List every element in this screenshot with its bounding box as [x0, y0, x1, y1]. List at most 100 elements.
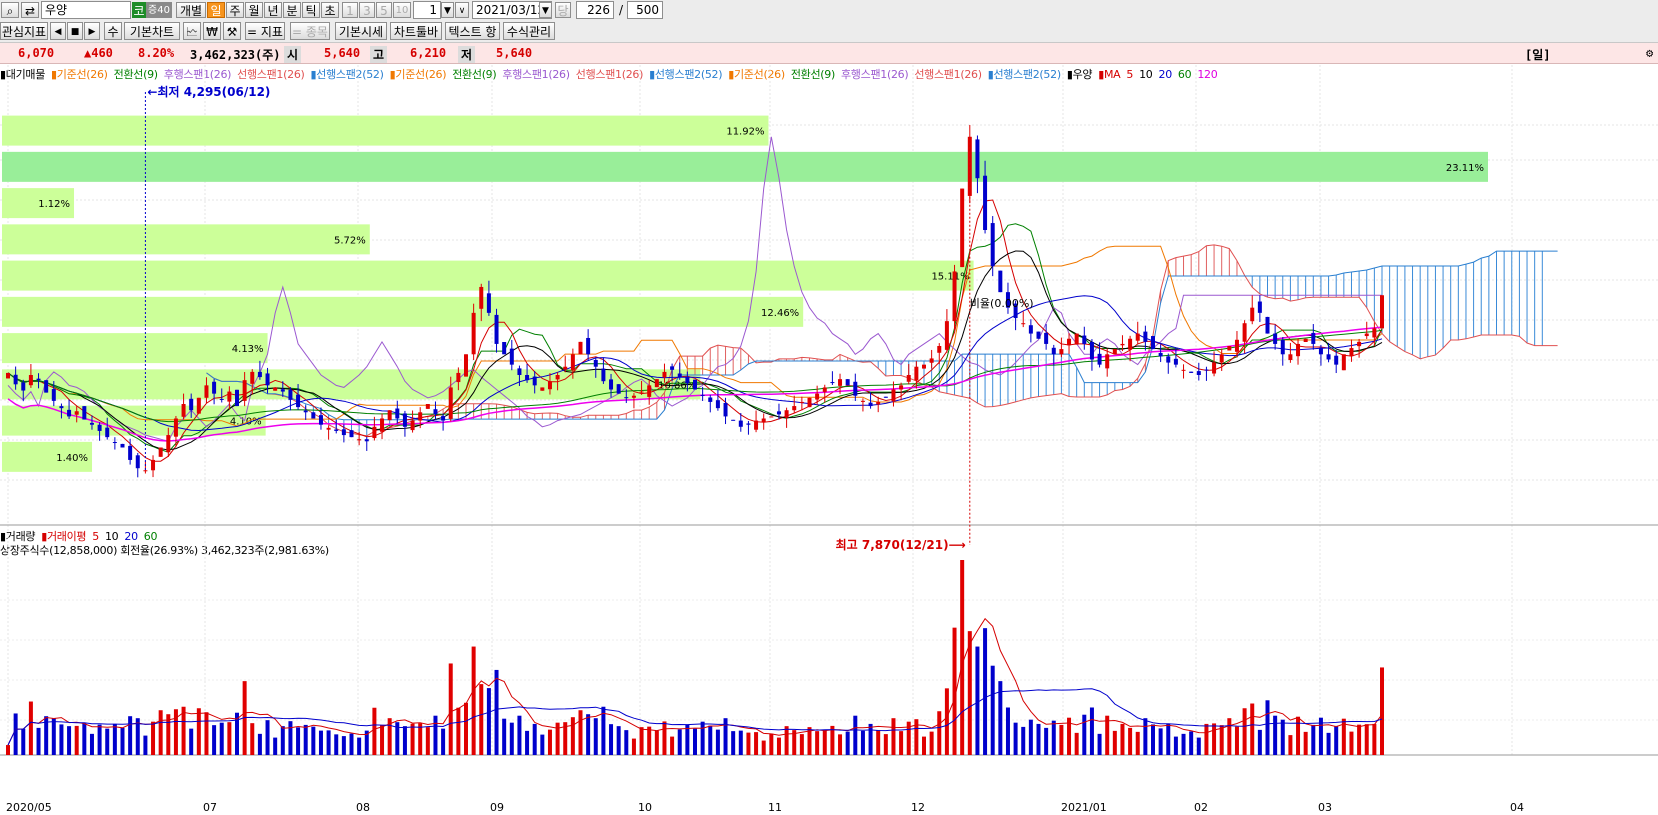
volume-bar	[685, 724, 690, 755]
candle-body	[1021, 323, 1026, 325]
volume-bar	[532, 723, 537, 755]
candle-body	[402, 413, 407, 427]
volume-bar	[922, 736, 926, 755]
candle-body	[318, 415, 323, 425]
candle-body	[899, 385, 904, 390]
candle-body	[1028, 325, 1033, 334]
high-annotation: 최고 7,870(12/21)⟶	[836, 537, 966, 552]
candle-body	[693, 379, 697, 390]
volume-bar	[1089, 707, 1094, 755]
candle-body	[112, 442, 117, 444]
candle-body	[212, 381, 217, 394]
candle-body	[868, 402, 873, 407]
volume-bar	[746, 732, 751, 755]
volume-bar	[1380, 667, 1384, 755]
candle-body	[36, 378, 41, 381]
volume-bar	[36, 727, 41, 755]
volume-bar	[1059, 724, 1064, 755]
candle-body	[502, 341, 507, 355]
candle-body	[845, 379, 850, 386]
volume-bar	[1196, 737, 1201, 755]
stock-chart[interactable]: 11.92%23.11%1.12%5.72%15.11%12.46%4.13%1…	[0, 0, 1658, 815]
volume-bar	[647, 726, 652, 755]
volume-bar	[1288, 735, 1293, 755]
candle-body	[792, 406, 797, 411]
volume-bar	[1128, 727, 1133, 755]
volume-bar	[609, 724, 614, 755]
volume-bar	[28, 701, 33, 755]
candle-body	[1311, 332, 1316, 344]
candle-body	[387, 410, 392, 421]
candle-body	[1364, 333, 1369, 337]
overhang-band	[2, 224, 370, 255]
candle-body	[151, 459, 156, 471]
volume-bar	[479, 684, 484, 755]
volume-bar	[1181, 733, 1186, 755]
candle-body	[998, 270, 1003, 293]
volume-bar	[303, 724, 308, 755]
candle-body	[265, 373, 270, 386]
candle-body	[1166, 356, 1171, 363]
volume-bar	[204, 712, 209, 755]
volume-bar	[1265, 700, 1270, 755]
candle-body	[1242, 323, 1247, 342]
candle-body	[891, 389, 896, 402]
overhang-band	[2, 333, 268, 364]
volume-bar	[1135, 731, 1140, 755]
volume-bar	[677, 729, 682, 755]
overhang-band	[2, 115, 769, 146]
volume-bar	[1372, 723, 1377, 755]
candle-body	[1380, 295, 1384, 329]
volume-bar	[13, 713, 18, 755]
candle-body	[311, 412, 316, 419]
candle-body	[6, 372, 10, 379]
candle-body	[776, 411, 781, 415]
volume-bar	[6, 745, 10, 755]
candle-body	[433, 409, 438, 415]
candle-body	[715, 400, 720, 409]
candle-body	[1334, 355, 1339, 365]
volume-bar	[189, 728, 194, 755]
candle-body	[196, 397, 201, 414]
volume-bar	[441, 728, 446, 755]
volume-bar	[776, 737, 781, 755]
candle-body	[1196, 371, 1201, 375]
volume-bar	[250, 723, 255, 755]
candle-body	[425, 404, 430, 409]
volume-bar	[1296, 716, 1301, 755]
volume-bar	[944, 688, 949, 755]
candle-body	[1250, 307, 1255, 322]
volume-bar	[723, 718, 728, 755]
volume-bar	[586, 714, 591, 755]
candle-body	[1105, 354, 1110, 369]
volume-bar	[1166, 723, 1171, 755]
volume-bar	[1280, 719, 1285, 755]
candle-body	[914, 366, 919, 381]
volume-bar	[654, 730, 659, 755]
volume-bar	[731, 731, 736, 755]
volume-bar	[1173, 736, 1178, 755]
volume-bar	[464, 702, 468, 755]
volume-bar	[1242, 708, 1247, 755]
overhang-label: 11.92%	[726, 127, 764, 138]
volume-bar	[341, 736, 346, 755]
candle-body	[944, 321, 949, 350]
candle-body	[349, 430, 354, 438]
candle-body	[1089, 341, 1094, 360]
volume-bar	[372, 707, 377, 755]
candle-body	[509, 348, 514, 365]
candle-body	[494, 314, 499, 344]
x-axis-label: 10	[638, 801, 652, 814]
candle-body	[120, 443, 125, 448]
volume-bar	[59, 724, 64, 755]
volume-bar	[196, 708, 201, 755]
candle-body	[1074, 333, 1079, 345]
candle-body	[860, 400, 865, 402]
overhang-label: 4.13%	[232, 344, 264, 355]
candle-body	[158, 447, 163, 457]
x-axis-label: 02	[1194, 801, 1208, 814]
volume-bar	[624, 730, 629, 755]
volume-bar	[1105, 715, 1110, 755]
candle-body	[723, 402, 728, 417]
volume-bar	[402, 726, 407, 755]
